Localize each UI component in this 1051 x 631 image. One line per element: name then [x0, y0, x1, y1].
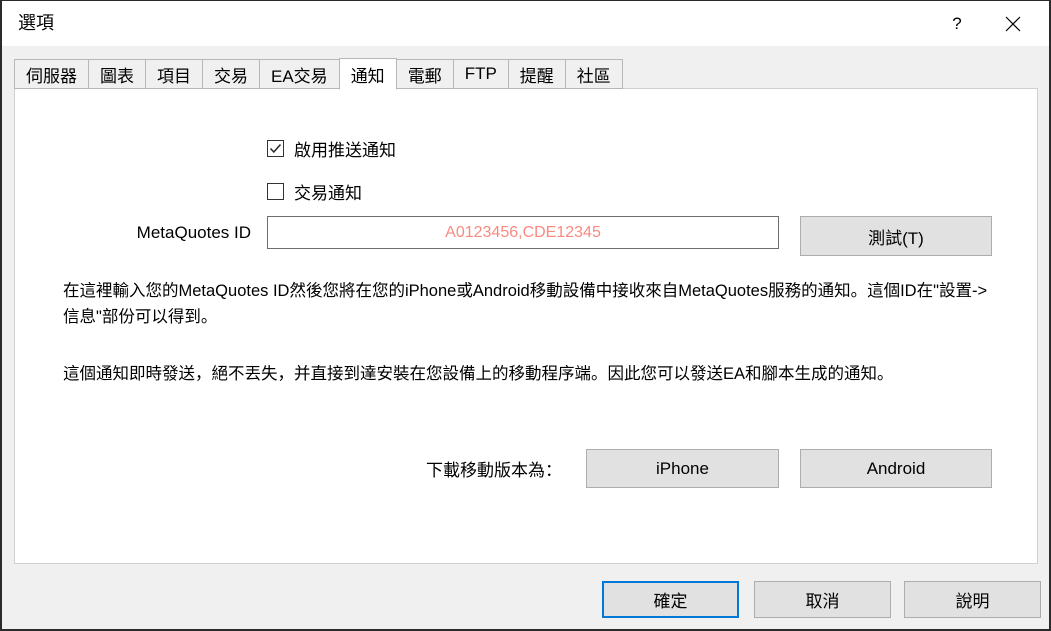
options-dialog: 選項 ? 伺服器 圖表 項目 交易 EA交易 通知 電郵 FTP 提醒 社區 啟… — [0, 0, 1051, 631]
trade-notify-checkbox-row[interactable]: 交易通知 — [267, 179, 362, 204]
tab-label: 通知 — [350, 66, 385, 86]
tab-trade[interactable]: 交易 — [202, 59, 259, 89]
tab-label: 圖表 — [100, 66, 134, 86]
tab-label: FTP — [464, 64, 497, 83]
svg-text:?: ? — [952, 15, 961, 33]
help-text-button[interactable]: 說明 — [904, 581, 1041, 618]
help-button[interactable]: ? — [934, 1, 980, 46]
tab-label: 社區 — [576, 66, 611, 86]
ok-button[interactable]: 確定 — [602, 581, 739, 618]
tab-objects[interactable]: 項目 — [145, 59, 202, 89]
tab-strip: 伺服器 圖表 項目 交易 EA交易 通知 電郵 FTP 提醒 社區 — [14, 58, 623, 90]
metaquotes-id-label: MetaQuotes ID — [136, 223, 251, 242]
enable-push-checkbox-row[interactable]: 啟用推送通知 — [267, 136, 396, 161]
title-bar: 選項 ? — [2, 1, 1049, 46]
tab-label: 交易 — [214, 66, 248, 86]
metaquotes-id-input[interactable] — [267, 216, 779, 249]
enable-push-checkbox[interactable] — [267, 140, 284, 157]
description-paragraph-1: 在這裡輸入您的MetaQuotes ID然後您將在您的iPhone或Androi… — [63, 282, 988, 326]
enable-push-label: 啟用推送通知 — [294, 141, 396, 160]
tab-email[interactable]: 電郵 — [396, 59, 453, 89]
tab-charts[interactable]: 圖表 — [88, 59, 145, 89]
tab-expert-advisors[interactable]: EA交易 — [259, 59, 339, 89]
download-android-button[interactable]: Android — [800, 449, 992, 488]
tab-label: EA交易 — [271, 66, 328, 86]
tab-events[interactable]: 提醒 — [507, 59, 565, 89]
dialog-title: 選項 — [18, 13, 54, 33]
question-mark-icon: ? — [949, 15, 965, 33]
test-button[interactable]: 測試(T) — [800, 216, 992, 256]
checkmark-icon — [269, 143, 282, 154]
close-button[interactable] — [990, 1, 1036, 46]
cancel-button[interactable]: 取消 — [754, 581, 891, 618]
tab-notifications[interactable]: 通知 — [338, 58, 397, 90]
download-iphone-button[interactable]: iPhone — [586, 449, 779, 488]
tab-label: 電郵 — [407, 66, 442, 86]
trade-notify-label: 交易通知 — [294, 184, 362, 203]
notifications-panel: 啟用推送通知 交易通知 MetaQuotes ID 測試(T) 在這裡輸入您的M… — [14, 88, 1038, 564]
tab-label: 伺服器 — [26, 66, 77, 86]
description-paragraph-2: 這個通知即時發送，絕不丟失，并直接到達安裝在您設備上的移動程序端。因此您可以發送… — [63, 365, 894, 383]
tab-ftp[interactable]: FTP — [452, 59, 508, 89]
close-icon — [1004, 15, 1022, 33]
download-label: 下載移動版本為： — [426, 461, 562, 480]
tab-label: 項目 — [157, 66, 191, 86]
trade-notify-checkbox[interactable] — [267, 183, 284, 200]
tab-community[interactable]: 社區 — [564, 59, 623, 89]
tab-server[interactable]: 伺服器 — [14, 59, 88, 89]
tab-label: 提醒 — [519, 66, 554, 86]
